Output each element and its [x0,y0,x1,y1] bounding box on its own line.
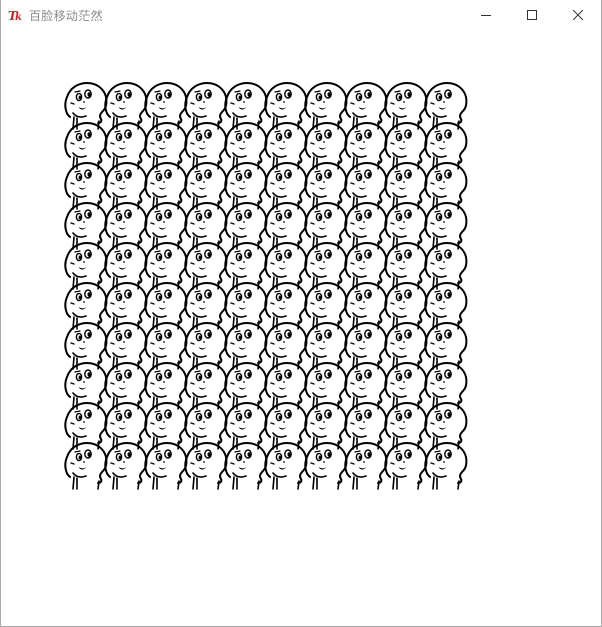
face-sprite [184,442,228,490]
minimize-icon [481,15,491,16]
app-window: T k 百脸移动茫然 [0,0,602,627]
minimize-button[interactable] [463,0,509,30]
tk-feather-icon: T k [8,7,24,23]
face-sprite [264,442,308,490]
maximize-button[interactable] [509,0,555,30]
face-sprite [64,442,108,490]
maximize-icon [527,10,537,20]
svg-text:k: k [15,12,22,23]
face-grid [64,82,468,490]
face-sprite [144,442,188,490]
face-sprite [344,442,388,490]
face-sprite [384,442,428,490]
face-sprite [224,442,268,490]
close-button[interactable] [555,0,601,30]
face-sprite [104,442,148,490]
face-sprite [424,442,468,490]
close-icon [573,10,583,20]
window-controls [463,0,601,30]
face-sprite [304,442,348,490]
canvas[interactable] [1,30,601,626]
window-title: 百脸移动茫然 [29,8,103,23]
title-bar[interactable]: T k 百脸移动茫然 [1,0,601,30]
